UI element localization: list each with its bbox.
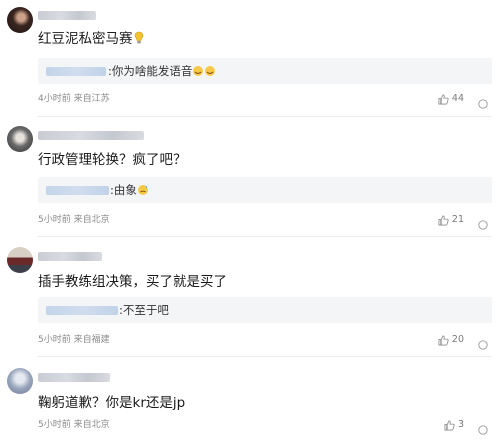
comment-item: 插手教练组决策，买了就是买了 :不至于吧 5小时前 来自福建 20: [0, 238, 500, 350]
location: 来自北京: [73, 215, 110, 225]
like-button[interactable]: 21: [438, 214, 464, 226]
username[interactable]: [38, 131, 144, 140]
comment-icon[interactable]: [478, 215, 488, 230]
thumbs-up-icon: [438, 94, 449, 104]
lightbulb-icon: [133, 31, 145, 50]
comment-meta: 5小时前 来自北京: [38, 419, 110, 431]
divider: [38, 116, 492, 117]
like-button[interactable]: 44: [438, 93, 464, 105]
location: 来自福建: [73, 335, 110, 345]
reply-box[interactable]: :由象: [38, 177, 492, 203]
sweat-emoji-icon: [137, 184, 149, 200]
location: 来自北京: [73, 420, 110, 430]
location: 来自江苏: [73, 94, 110, 104]
thumbs-up-icon: [438, 335, 449, 345]
username[interactable]: [38, 11, 96, 20]
comment-item: 行政管理轮换？疯了吧？ :由象 5小时前 来自北京 21: [0, 118, 500, 232]
comment-icon[interactable]: [478, 420, 488, 435]
username[interactable]: [38, 373, 110, 382]
comment-text: 红豆泥私密马赛: [38, 30, 145, 50]
like-count: 3: [457, 419, 464, 430]
divider: [38, 356, 492, 357]
timestamp: 5小时前: [38, 335, 71, 345]
reply-box[interactable]: :不至于吧: [38, 297, 492, 323]
comment-meta: 5小时前 来自北京: [38, 214, 110, 226]
reply-username[interactable]: [46, 306, 118, 315]
reply-username[interactable]: [46, 67, 106, 76]
divider: [38, 236, 492, 237]
comment-text: 插手教练组决策，买了就是买了: [38, 274, 227, 290]
avatar[interactable]: [7, 368, 33, 394]
comment-meta: 5小时前 来自福建: [38, 334, 110, 346]
timestamp: 4小时前: [38, 94, 71, 104]
avatar[interactable]: [7, 247, 33, 273]
comment-text: 行政管理轮换？疯了吧？: [38, 152, 187, 168]
like-count: 21: [451, 214, 464, 225]
avatar[interactable]: [7, 126, 33, 152]
comment-item: 鞠躬道歉？你是kr还是jp 5小时前 来自北京 3: [0, 358, 500, 440]
comment-icon[interactable]: [478, 94, 488, 109]
comment-icon[interactable]: [478, 335, 488, 350]
reply-text: :由象: [110, 183, 137, 197]
avatar[interactable]: [7, 7, 33, 33]
thumbs-up-icon: [444, 420, 455, 430]
comment-item: 红豆泥私密马赛 :你为啥能发语音 4小时前 来自江苏 44: [0, 0, 500, 110]
reply-username[interactable]: [46, 186, 109, 195]
like-button[interactable]: 3: [444, 419, 464, 431]
reply-text: :你为啥能发语音: [108, 64, 193, 78]
like-count: 44: [451, 93, 464, 104]
comment-text: 鞠躬道歉？你是kr还是jp: [38, 395, 186, 411]
comment-meta: 4小时前 来自江苏: [38, 93, 110, 105]
like-button[interactable]: 20: [438, 334, 464, 346]
reply-box[interactable]: :你为啥能发语音: [38, 58, 492, 84]
timestamp: 5小时前: [38, 420, 71, 430]
thumbs-up-icon: [438, 215, 449, 225]
like-count: 20: [451, 334, 464, 345]
reply-text: :不至于吧: [119, 303, 169, 317]
timestamp: 5小时前: [38, 215, 71, 225]
laughing-emoji-icon: [192, 65, 216, 81]
username[interactable]: [38, 252, 102, 261]
